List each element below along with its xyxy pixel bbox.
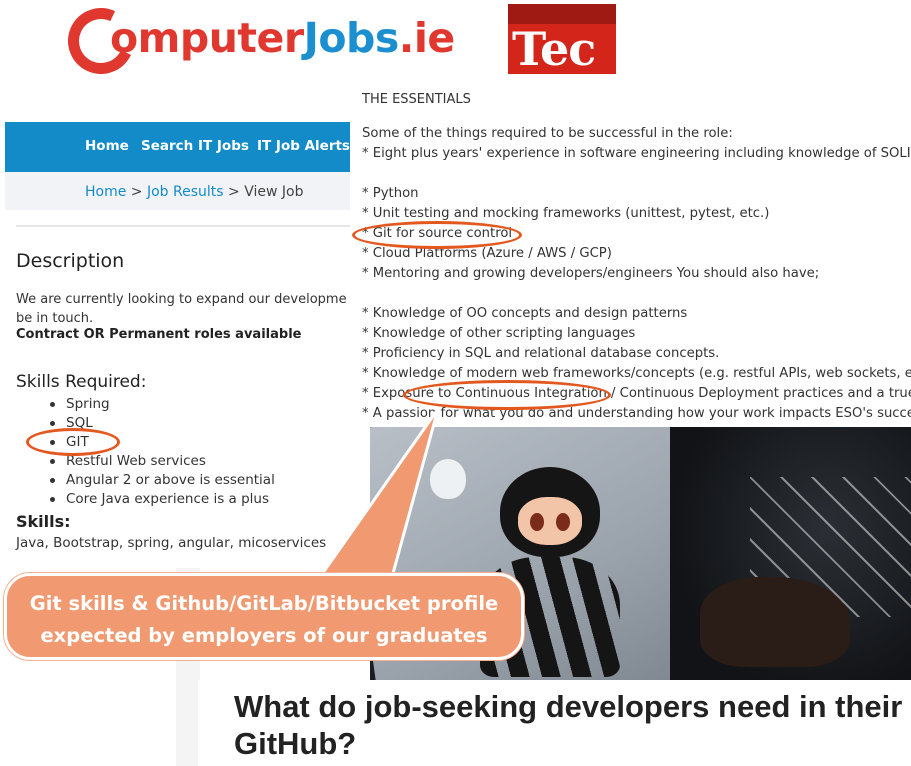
contract-note: Contract OR Permanent roles available	[16, 327, 302, 342]
essentials-line: * Cloud Platforms (Azure / AWS / GCP)	[362, 246, 612, 261]
site-nav-bar: Home Search IT Jobs IT Job Alerts	[5, 122, 350, 172]
bullet-icon	[50, 478, 55, 483]
skills-heading: Skills:	[16, 512, 71, 531]
skill-label: Core Java experience is a plus	[66, 491, 270, 507]
octocat-eye	[556, 513, 570, 531]
nav-home-link[interactable]: Home	[85, 138, 129, 154]
list-item: Spring	[50, 395, 275, 414]
nav-search-jobs-link[interactable]: Search IT Jobs	[141, 138, 249, 154]
essentials-line: * Unit testing and mocking frameworks (u…	[362, 206, 770, 221]
logo-word-ie: .ie	[398, 14, 455, 62]
skill-label: Spring	[66, 396, 110, 412]
essentials-heading: THE ESSENTIALS	[362, 92, 471, 107]
section-divider	[16, 225, 350, 227]
breadcrumb-separator: >	[223, 184, 245, 200]
breadcrumb: Home > Job Results > View Job	[85, 184, 303, 200]
logo-word-jobs: Jobs	[303, 14, 400, 62]
article-title[interactable]: What do job-seeking developers need in t…	[234, 688, 911, 762]
bullet-icon	[50, 459, 55, 464]
breadcrumb-separator: >	[126, 184, 147, 200]
essentials-line: * Knowledge of modern web frameworks/con…	[362, 366, 911, 381]
essentials-line: * Proficiency in SQL and relational data…	[362, 346, 720, 361]
essentials-line: * Knowledge of other scripting languages	[362, 326, 636, 341]
octocat-eye	[530, 513, 544, 531]
essentials-line: * Knowledge of OO concepts and design pa…	[362, 306, 688, 321]
bullet-icon	[50, 421, 55, 426]
essentials-line: * Python	[362, 186, 419, 201]
essentials-line: * Mentoring and growing developers/engin…	[362, 266, 820, 281]
highlight-ring-git-source-control	[352, 221, 522, 249]
essentials-panel: THE ESSENTIALS Some of the things requir…	[352, 82, 911, 427]
highlight-ring-git-skill	[26, 428, 120, 456]
callout-box: Git skills & Github/GitLab/Bitbucket pro…	[4, 573, 524, 660]
bullet-icon	[50, 497, 55, 502]
list-item: Core Java experience is a plus	[50, 490, 275, 509]
logo-word-computer: omputer	[110, 14, 304, 62]
skill-label: Angular 2 or above is essential	[66, 472, 275, 488]
breadcrumb-results-link[interactable]: Job Results	[147, 184, 224, 200]
logo-wordmark: omputerJobs.ie	[110, 14, 455, 62]
callout-line: expected by employers of our graduates	[40, 624, 488, 647]
description-text: We are currently looking to expand our d…	[16, 292, 347, 326]
logo-stripe	[508, 4, 616, 24]
bullet-icon	[50, 402, 55, 407]
octocat-face	[518, 497, 582, 545]
breadcrumb-current: View Job	[244, 184, 304, 200]
tech-news-logo: Tec	[508, 4, 616, 74]
callout-line: Git skills & Github/GitLab/Bitbucket pro…	[29, 592, 499, 615]
essentials-line: Some of the things required to be succes…	[362, 126, 733, 141]
tech-logo-text: Tec	[512, 22, 596, 74]
skills-required-heading: Skills Required:	[16, 372, 147, 392]
breadcrumb-home-link[interactable]: Home	[85, 184, 126, 200]
skills-text: Java, Bootstrap, spring, angular, micose…	[16, 535, 327, 551]
computerjobs-logo: omputerJobs.ie	[58, 0, 455, 84]
description-heading: Description	[16, 250, 125, 272]
list-item: Angular 2 or above is essential	[50, 471, 275, 490]
article-card: What do job-seeking developers need in t…	[198, 680, 911, 766]
typing-hand	[700, 577, 850, 667]
essentials-line: * Eight plus years' experience in softwa…	[362, 146, 911, 161]
breadcrumb-bar: Home > Job Results > View Job	[5, 172, 350, 210]
skill-label: Restful Web services	[66, 453, 206, 469]
nav-job-alerts-link[interactable]: IT Job Alerts	[257, 138, 350, 154]
